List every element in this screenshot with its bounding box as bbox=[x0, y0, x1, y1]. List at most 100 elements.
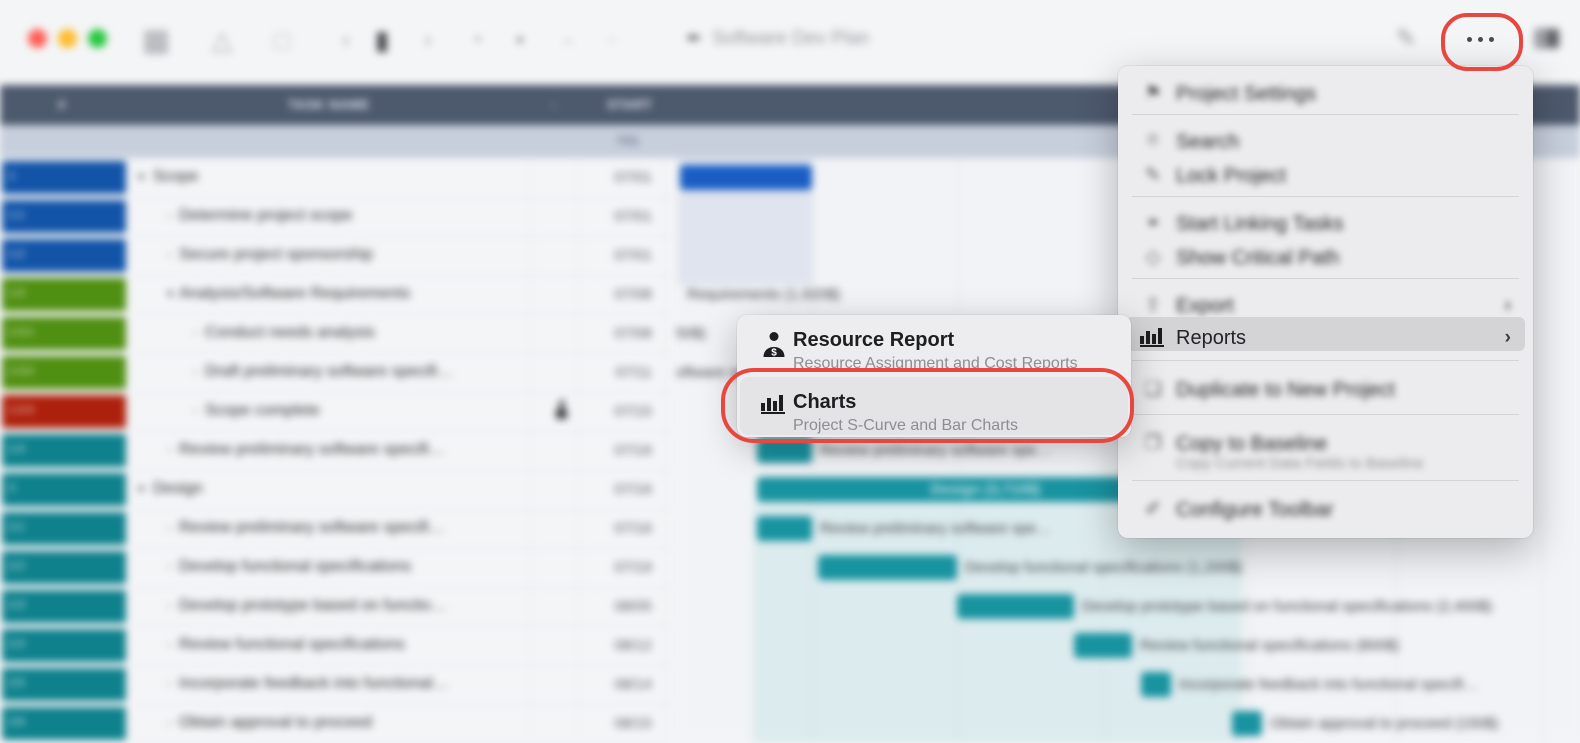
task-name[interactable]: Scope complete bbox=[205, 402, 320, 420]
gantt-task-bar[interactable] bbox=[957, 594, 1074, 619]
task-start-date[interactable]: 08/14 bbox=[540, 676, 652, 693]
menu-item-configure-toolbar[interactable]: ✐Configure Toolbar bbox=[1118, 494, 1533, 526]
edit-pencil-icon[interactable]: ✎ bbox=[1396, 24, 1416, 53]
column-header-number[interactable]: # bbox=[58, 97, 66, 112]
gantt-task-bar[interactable] bbox=[818, 555, 957, 580]
menu-separator bbox=[1132, 414, 1519, 415]
wbs-badge: 1.1 bbox=[2, 200, 126, 233]
task-bullet-icon: ◦ bbox=[167, 520, 172, 535]
table-row[interactable]: 1.3.3◦Scope complete07/15 bbox=[0, 392, 672, 432]
disclosure-triangle-icon[interactable]: ▾ bbox=[167, 286, 174, 302]
milestone-icon[interactable]: △ bbox=[202, 22, 242, 58]
table-row[interactable]: 2.5◦Incorporate feedback into functional… bbox=[0, 665, 672, 705]
task-start-date[interactable]: 07/01 bbox=[540, 247, 652, 264]
task-start-date[interactable]: 07/16 bbox=[540, 520, 652, 537]
gantt-task-bar[interactable] bbox=[680, 165, 812, 190]
task-bullet-icon: ◦ bbox=[167, 559, 172, 574]
disclosure-triangle-icon[interactable]: ▾ bbox=[138, 169, 145, 185]
task-name[interactable]: Design bbox=[153, 480, 203, 498]
table-row[interactable]: 2 ▾ Design 07/16 bbox=[0, 470, 672, 510]
table-row[interactable]: 2.4◦Review functional specifications08/1… bbox=[0, 626, 672, 666]
menu-item-search[interactable]: ⌾Search bbox=[1118, 126, 1533, 158]
table-row[interactable]: 1.3.1◦Conduct needs analysis07/08 bbox=[0, 314, 672, 354]
task-name[interactable]: Determine project scope bbox=[179, 207, 352, 225]
menu-item-project-settings[interactable]: ⚑Project Settings bbox=[1118, 78, 1533, 110]
close-button[interactable] bbox=[28, 29, 47, 48]
submenu-chevron-icon: › bbox=[1505, 295, 1511, 317]
gantt-task-bar[interactable] bbox=[1141, 672, 1171, 697]
table-row[interactable]: 1.2◦Secure project sponsorship07/01 bbox=[0, 236, 672, 276]
zoom-button[interactable] bbox=[88, 29, 107, 48]
table-row[interactable]: 2.2◦Develop functional specifications07/… bbox=[0, 548, 672, 588]
menu-item-start-linking-tasks[interactable]: ⚭ Start Linking Tasks bbox=[1118, 208, 1533, 240]
task-name[interactable]: Incorporate feedback into functional… bbox=[179, 675, 449, 693]
task-start-date[interactable]: 07/16 bbox=[540, 442, 652, 459]
outdent-icon[interactable]: ‹ bbox=[326, 22, 366, 58]
task-name[interactable]: Analysis/Software Requirements bbox=[179, 285, 410, 303]
disclosure-triangle-icon[interactable]: ▾ bbox=[138, 481, 145, 497]
menu-item-show-critical-path[interactable]: ◇Show Critical Path bbox=[1118, 242, 1533, 274]
task-start-date[interactable]: 07/08 bbox=[540, 286, 652, 303]
calendar-view-icon[interactable]: □ bbox=[262, 22, 302, 58]
table-row[interactable]: 2.6◦Obtain approval to proceed08/15 bbox=[0, 704, 672, 743]
search-icon: ⌾ bbox=[1140, 130, 1166, 152]
table-row[interactable]: 1.4◦Review preliminary software specifi…… bbox=[0, 431, 672, 471]
table-row[interactable]: 1.3▾Analysis/Software Requirements07/08 bbox=[0, 275, 672, 315]
svg-text:$: $ bbox=[771, 348, 777, 359]
gantt-bar-label: Design (3,710$) bbox=[931, 481, 1041, 498]
task-name[interactable]: Conduct needs analysis bbox=[205, 324, 375, 342]
gantt-bar-label: Develop functional specifications (1,200… bbox=[965, 559, 1243, 576]
link-tasks-icon: ⚭ bbox=[1140, 212, 1166, 235]
task-start-date[interactable]: 08/05 bbox=[540, 598, 652, 615]
table-row[interactable]: 2.3◦Develop prototype based on functio…0… bbox=[0, 587, 672, 627]
submenu-chevron-icon: › bbox=[1505, 327, 1511, 349]
column-header-start[interactable]: START bbox=[607, 97, 652, 112]
task-name[interactable]: Review functional specifications bbox=[179, 636, 405, 654]
table-row[interactable]: 2.1◦Review preliminary software specifi…… bbox=[0, 509, 672, 549]
table-row[interactable]: 1.1◦Determine project scope07/01 bbox=[0, 197, 672, 237]
gantt-gridline bbox=[812, 158, 813, 743]
task-start-date[interactable]: 07/16 bbox=[540, 481, 652, 498]
minimize-button[interactable] bbox=[58, 29, 77, 48]
task-name[interactable]: Secure project sponsorship bbox=[179, 246, 373, 264]
link-icon[interactable]: ▪ bbox=[500, 22, 540, 58]
table-row[interactable]: 1▾Scope07/01 bbox=[0, 158, 672, 198]
task-name[interactable]: Develop functional specifications bbox=[179, 558, 411, 576]
gantt-task-bar[interactable] bbox=[1074, 633, 1132, 658]
task-name[interactable]: Obtain approval to proceed bbox=[179, 714, 372, 732]
menu-item-label: Start Linking Tasks bbox=[1176, 213, 1344, 236]
task-name[interactable]: Review preliminary software specifi… bbox=[179, 519, 445, 537]
gantt-task-bar[interactable] bbox=[757, 516, 812, 541]
task-name[interactable]: Draft preliminary software specifi… bbox=[205, 363, 453, 381]
menu-item-lock-project[interactable]: ✎Lock Project bbox=[1118, 160, 1533, 192]
task-start-date[interactable]: 07/01 bbox=[540, 169, 652, 186]
task-start-date[interactable]: 07/11 bbox=[540, 364, 652, 381]
indent-icon[interactable]: › bbox=[408, 22, 448, 58]
menu-item-copy-to-baseline[interactable]: ❐Copy to BaselineCopy Current Data Field… bbox=[1118, 428, 1533, 460]
subtask-icon[interactable]: • bbox=[458, 22, 498, 58]
task-start-date[interactable]: 08/12 bbox=[540, 637, 652, 654]
view-options-icon[interactable]: ▦ bbox=[136, 22, 176, 58]
task-name[interactable]: Review preliminary software specifi… bbox=[179, 441, 445, 459]
column-header-task-name[interactable]: TASK NAME bbox=[288, 97, 370, 112]
menu-item-reports[interactable]: Reports› bbox=[1118, 322, 1533, 354]
sidebar-panel-icon[interactable] bbox=[1534, 28, 1560, 49]
task-start-date[interactable]: 07/19 bbox=[540, 559, 652, 576]
table-row[interactable]: 1.3.2◦Draft preliminary software specifi… bbox=[0, 353, 672, 393]
sort-icon[interactable]: ↕ bbox=[550, 97, 557, 112]
wbs-badge: 2 bbox=[2, 473, 126, 506]
task-start-date[interactable]: 07/01 bbox=[540, 208, 652, 225]
task-name[interactable]: Scope bbox=[153, 168, 198, 186]
wbs-badge: 2.5 bbox=[2, 668, 126, 701]
task-start-date[interactable]: 07/15 bbox=[540, 403, 652, 420]
menu-item-duplicate-to-new-project[interactable]: ❏Duplicate to New Project bbox=[1118, 374, 1533, 406]
inspector-icon[interactable]: ◦ bbox=[592, 22, 632, 58]
task-name[interactable]: Develop prototype based on functio… bbox=[179, 597, 447, 615]
menu-item-label: Export bbox=[1176, 295, 1234, 318]
wbs-badge: 1.2 bbox=[2, 239, 126, 272]
gantt-task-bar[interactable] bbox=[1232, 711, 1262, 736]
add-task-icon[interactable]: ▮ bbox=[362, 22, 402, 58]
note-icon[interactable]: – bbox=[548, 22, 588, 58]
task-start-date[interactable]: 08/15 bbox=[540, 715, 652, 732]
task-start-date[interactable]: 07/08 bbox=[540, 325, 652, 342]
